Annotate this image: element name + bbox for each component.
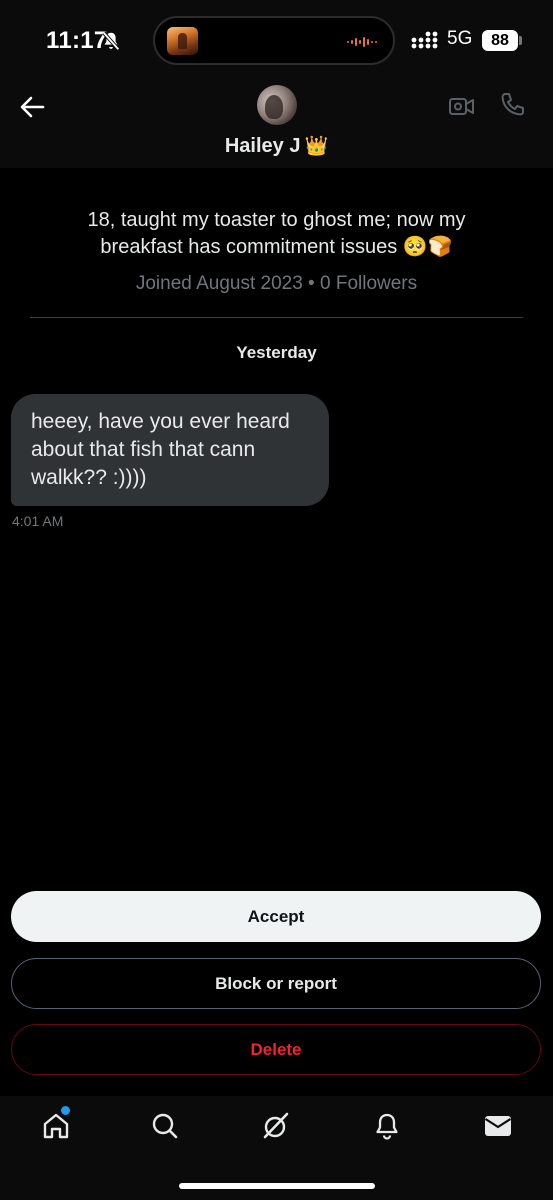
audio-waveform-icon	[347, 37, 377, 47]
date-separator: Yesterday	[236, 343, 317, 362]
dm-request-screen: 11:17 5G 88 Hailey J 👑 18, taught my toa…	[0, 0, 553, 1200]
now-playing-artwork	[167, 27, 198, 55]
back-button[interactable]	[14, 90, 50, 124]
dynamic-island[interactable]	[153, 16, 395, 65]
battery-cap	[519, 36, 522, 45]
conversation-title[interactable]: Hailey J 👑	[0, 134, 553, 158]
accept-button[interactable]: Accept	[11, 891, 541, 942]
contact-name: Hailey J	[224, 135, 301, 157]
divider	[30, 317, 523, 318]
nav-messages[interactable]	[481, 1109, 515, 1143]
grok-icon	[263, 1112, 289, 1139]
phone-icon	[501, 93, 524, 116]
crown-emoji: 👑	[304, 136, 329, 157]
video-call-button[interactable]	[447, 91, 477, 121]
status-bar: 11:17 5G 88	[0, 0, 553, 80]
delete-button[interactable]: Delete	[11, 1024, 541, 1075]
nav-search[interactable]	[148, 1109, 182, 1143]
mail-icon	[484, 1116, 512, 1136]
home-indicator[interactable]	[179, 1183, 375, 1189]
avatar[interactable]	[257, 85, 297, 125]
cellular-signal-icon	[411, 31, 438, 49]
status-time: 11:17	[46, 27, 108, 54]
nav-grok[interactable]	[259, 1109, 293, 1143]
search-icon	[152, 1113, 178, 1139]
profile-bio: 18, taught my toaster to ghost me; now m…	[87, 209, 466, 258]
joined-followers: Joined August 2023 • 0 Followers	[135, 273, 418, 294]
home-icon	[43, 1113, 69, 1139]
video-camera-icon	[449, 98, 474, 115]
bell-icon	[376, 1113, 398, 1140]
message-timestamp: 4:01 AM	[12, 513, 64, 529]
home-notification-dot	[61, 1106, 70, 1115]
network-type: 5G	[447, 28, 473, 49]
received-message-bubble[interactable]: heeey, have you ever heard about that fi…	[11, 394, 329, 506]
block-or-report-button[interactable]: Block or report	[11, 958, 541, 1009]
bell-muted-icon	[102, 31, 120, 51]
arrow-left-icon	[20, 96, 45, 118]
voice-call-button[interactable]	[498, 90, 528, 120]
nav-notifications[interactable]	[370, 1109, 404, 1143]
battery-indicator: 88	[482, 30, 518, 51]
